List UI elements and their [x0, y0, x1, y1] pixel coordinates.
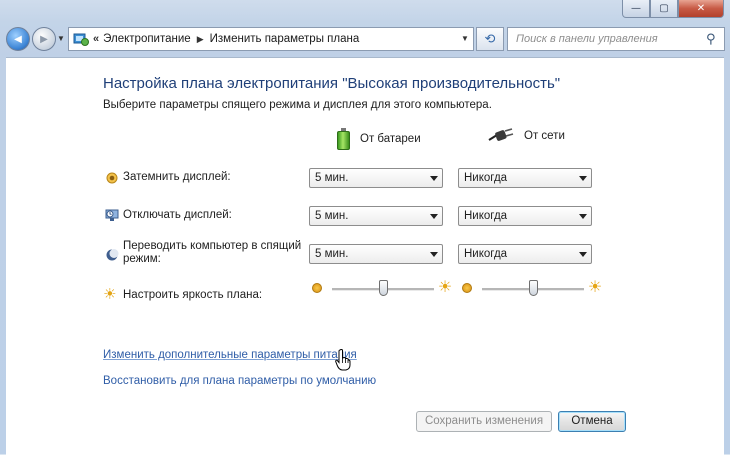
select-value: Никогда [464, 248, 508, 260]
restore-defaults-link[interactable]: Восстановить для плана параметры по умол… [103, 375, 376, 387]
hand-cursor-icon [335, 349, 351, 371]
breadcrumb-overflow[interactable]: « [93, 33, 99, 45]
turn-off-display-label: Отключать дисплей: [123, 209, 232, 221]
slider-thumb[interactable] [529, 280, 538, 296]
chevron-down-icon [430, 214, 438, 219]
dim-display-plugged-select[interactable]: Никогда [458, 168, 592, 188]
address-dropdown-icon[interactable]: ▼ [457, 28, 473, 48]
refresh-button[interactable]: ⟲ [476, 27, 504, 51]
breadcrumb-edit-plan[interactable]: Изменить параметры плана [210, 33, 360, 45]
dim-sun-icon [462, 283, 472, 293]
search-icon[interactable]: ⚲ [706, 31, 724, 47]
maximize-icon[interactable]: ▢ [650, 0, 678, 18]
sleep-label: Переводить компьютер в спящий режим: [123, 240, 301, 266]
sleep-label-line1: Переводить компьютер в спящий [123, 240, 302, 252]
window-frame: — ▢ ✕ ◀ ▶ ▼ « Электропитание ▶ Изменить … [0, 0, 730, 455]
select-value: 5 мин. [315, 172, 349, 184]
select-value: Никогда [464, 210, 508, 222]
turn-off-display-plugged-select[interactable]: Никогда [458, 206, 592, 226]
dim-sun-icon [312, 283, 322, 293]
sleep-plugged-select[interactable]: Никогда [458, 244, 592, 264]
dim-display-label: Затемнить дисплей: [123, 171, 231, 183]
chevron-down-icon [579, 176, 587, 181]
chevron-down-icon [430, 252, 438, 257]
search-box[interactable]: Поиск в панели управления ⚲ [507, 27, 725, 51]
brightness-sun-icon: ☀ [103, 286, 117, 303]
breadcrumb-separator-icon[interactable]: ▶ [197, 34, 204, 45]
bright-sun-icon: ☀ [437, 279, 453, 296]
chevron-down-icon [579, 252, 587, 257]
control-panel-icon [73, 32, 89, 46]
battery-column-label: От батареи [360, 133, 421, 145]
refresh-icon: ⟲ [484, 31, 496, 46]
minimize-icon[interactable]: — [622, 0, 650, 18]
breadcrumb-power-options[interactable]: Электропитание [103, 33, 191, 45]
dim-display-icon [105, 171, 119, 185]
cancel-button[interactable]: Отмена [558, 411, 626, 432]
history-dropdown-icon[interactable]: ▼ [57, 34, 65, 43]
sleep-battery-select[interactable]: 5 мин. [309, 244, 443, 264]
dim-display-battery-select[interactable]: 5 мин. [309, 168, 443, 188]
arrow-right-icon: ▶ [40, 33, 48, 45]
bright-sun-icon: ☀ [587, 279, 603, 296]
page-subtitle: Выберите параметры спящего режима и дисп… [103, 99, 492, 111]
battery-column-header: От батареи [337, 128, 421, 150]
select-value: 5 мин. [315, 248, 349, 260]
power-plug-icon [488, 128, 514, 144]
select-value: 5 мин. [315, 210, 349, 222]
arrow-left-icon: ◀ [14, 33, 22, 45]
address-row: ◀ ▶ ▼ « Электропитание ▶ Изменить параме… [6, 26, 725, 52]
search-input[interactable]: Поиск в панели управления [516, 33, 706, 45]
turn-off-display-battery-select[interactable]: 5 мин. [309, 206, 443, 226]
save-changes-button[interactable]: Сохранить изменения [416, 411, 552, 432]
chevron-down-icon [579, 214, 587, 219]
address-bar[interactable]: « Электропитание ▶ Изменить параметры пл… [68, 27, 474, 51]
sleep-label-line2: режим: [123, 253, 161, 265]
advanced-settings-link[interactable]: Изменить дополнительные параметры питани… [103, 349, 357, 361]
brightness-battery-slider[interactable]: ☀ [312, 279, 454, 299]
back-button[interactable]: ◀ [6, 27, 30, 51]
brightness-label: Настроить яркость плана: [123, 289, 263, 301]
battery-icon [337, 128, 350, 150]
page-title: Настройка плана электропитания "Высокая … [103, 75, 561, 92]
caption-buttons: — ▢ ✕ [622, 0, 724, 18]
chevron-down-icon [430, 176, 438, 181]
slider-thumb[interactable] [379, 280, 388, 296]
forward-button[interactable]: ▶ [32, 27, 56, 51]
plugged-column-label: От сети [524, 130, 565, 142]
brightness-plugged-slider[interactable]: ☀ [462, 279, 604, 299]
select-value: Никогда [464, 172, 508, 184]
main-content: Настройка плана электропитания "Высокая … [6, 57, 724, 455]
close-icon[interactable]: ✕ [678, 0, 724, 18]
plugged-column-header: От сети [488, 128, 565, 144]
monitor-off-icon [105, 208, 119, 222]
sleep-moon-icon [105, 248, 119, 262]
